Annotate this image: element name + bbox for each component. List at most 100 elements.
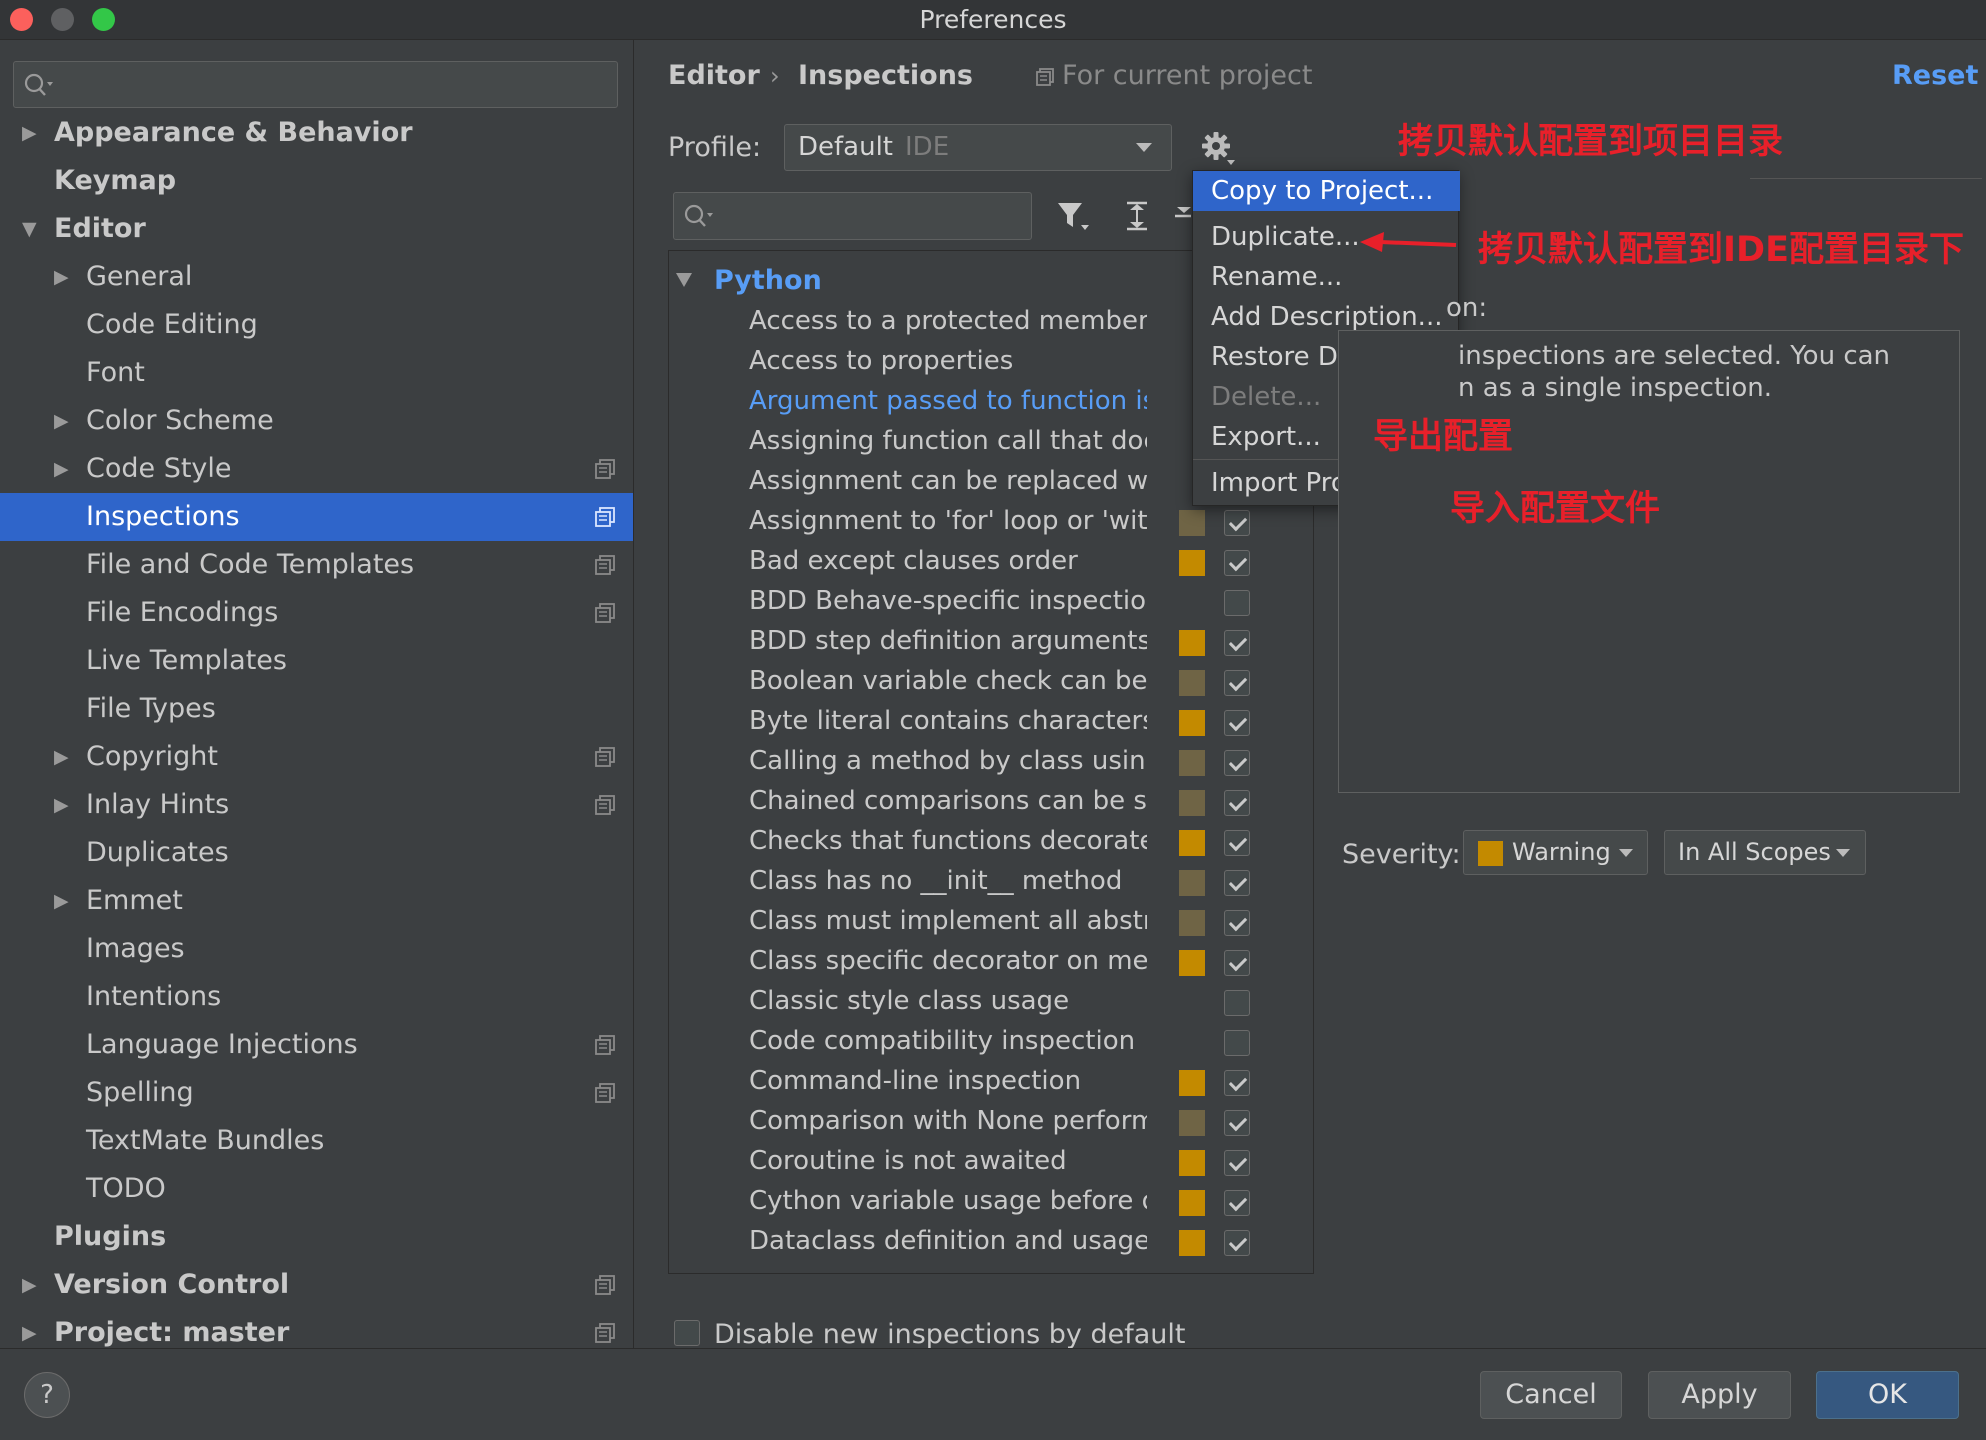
sidebar-item-label: Duplicates xyxy=(86,837,229,868)
severity-dropdown[interactable]: Warning xyxy=(1463,830,1648,875)
inspection-name: Access to properties xyxy=(749,346,1014,376)
collapsed-arrow-icon[interactable]: ▶ xyxy=(54,445,69,493)
sidebar-item-label: Intentions xyxy=(86,981,222,1012)
expand-all-icon[interactable] xyxy=(1117,195,1157,237)
sidebar-item-file-encodings[interactable]: File Encodings xyxy=(0,589,633,637)
inspection-row[interactable]: BDD Behave-specific inspection xyxy=(669,581,1313,621)
collapsed-arrow-icon[interactable]: ▶ xyxy=(22,1261,37,1309)
inspection-row[interactable]: Byte literal contains characters > 25 xyxy=(669,701,1313,741)
inspection-row[interactable]: Coroutine is not awaited xyxy=(669,1141,1313,1181)
collapsed-arrow-icon[interactable]: ▶ xyxy=(54,781,69,829)
sidebar-item-textmate-bundles[interactable]: TextMate Bundles xyxy=(0,1117,633,1165)
scope-dropdown[interactable]: In All Scopes xyxy=(1664,830,1866,875)
inspection-enabled-checkbox[interactable] xyxy=(1224,870,1250,896)
cancel-button[interactable]: Cancel xyxy=(1480,1371,1622,1419)
sidebar-item-color-scheme[interactable]: ▶ Color Scheme xyxy=(0,397,633,445)
reset-link[interactable]: Reset xyxy=(1892,56,1978,96)
collapsed-arrow-icon[interactable]: ▶ xyxy=(54,253,69,301)
project-scope-icon xyxy=(595,603,615,623)
inspection-row[interactable]: Class must implement all abstract m xyxy=(669,901,1313,941)
menu-item-rename[interactable]: Rename... xyxy=(1193,257,1460,297)
inspection-enabled-checkbox[interactable] xyxy=(1224,1030,1250,1056)
inspection-name: BDD step definition arguments insp xyxy=(749,626,1147,656)
inspection-row[interactable]: Dataclass definition and usages xyxy=(669,1221,1313,1261)
inspection-enabled-checkbox[interactable] xyxy=(1224,590,1250,616)
sidebar-search-input[interactable] xyxy=(13,61,618,108)
inspection-row[interactable]: Checks that functions decorated by xyxy=(669,821,1313,861)
inspection-row[interactable]: Cython variable usage before decla xyxy=(669,1181,1313,1221)
profile-dropdown[interactable]: Default IDE xyxy=(784,124,1172,171)
sidebar-item-emmet[interactable]: ▶ Emmet xyxy=(0,877,633,925)
inspection-enabled-checkbox[interactable] xyxy=(1224,1070,1250,1096)
disable-new-inspections-checkbox[interactable] xyxy=(674,1320,700,1346)
inspection-enabled-checkbox[interactable] xyxy=(1224,550,1250,576)
inspection-enabled-checkbox[interactable] xyxy=(1224,510,1250,536)
sidebar-item-intentions[interactable]: Intentions xyxy=(0,973,633,1021)
inspection-enabled-checkbox[interactable] xyxy=(1224,1230,1250,1256)
expanded-arrow-icon[interactable]: ▼ xyxy=(22,205,37,253)
inspection-row[interactable]: Bad except clauses order xyxy=(669,541,1313,581)
sidebar-item-plugins[interactable]: Plugins xyxy=(0,1213,633,1261)
inspection-row[interactable]: Chained comparisons can be simpli xyxy=(669,781,1313,821)
sidebar-item-inspections[interactable]: Inspections xyxy=(0,493,633,541)
sidebar-item-file-types[interactable]: File Types xyxy=(0,685,633,733)
inspection-enabled-checkbox[interactable] xyxy=(1224,670,1250,696)
sidebar-item-project-master[interactable]: ▶ Project: master xyxy=(0,1309,633,1348)
inspection-enabled-checkbox[interactable] xyxy=(1224,990,1250,1016)
sidebar-item-font[interactable]: Font xyxy=(0,349,633,397)
apply-button[interactable]: Apply xyxy=(1648,1371,1791,1419)
collapse-all-icon[interactable] xyxy=(1171,195,1191,237)
collapsed-arrow-icon[interactable]: ▶ xyxy=(22,1309,37,1348)
weak-warning-severity-icon xyxy=(1179,510,1205,536)
inspection-enabled-checkbox[interactable] xyxy=(1224,1110,1250,1136)
inspection-row[interactable]: Boolean variable check can be simp xyxy=(669,661,1313,701)
sidebar-item-label: Copyright xyxy=(86,741,218,772)
sidebar-item-language-injections[interactable]: Language Injections xyxy=(0,1021,633,1069)
collapsed-arrow-icon[interactable]: ▶ xyxy=(54,877,69,925)
sidebar-item-label: Appearance & Behavior xyxy=(54,117,413,148)
filter-icon[interactable] xyxy=(1053,195,1093,237)
sidebar-item-file-and-code-templates[interactable]: File and Code Templates xyxy=(0,541,633,589)
help-button[interactable]: ? xyxy=(24,1372,70,1418)
gear-icon[interactable] xyxy=(1198,128,1238,168)
inspection-row[interactable]: Class specific decorator on method xyxy=(669,941,1313,981)
inspection-enabled-checkbox[interactable] xyxy=(1224,950,1250,976)
sidebar-item-inlay-hints[interactable]: ▶ Inlay Hints xyxy=(0,781,633,829)
inspection-enabled-checkbox[interactable] xyxy=(1224,630,1250,656)
inspection-enabled-checkbox[interactable] xyxy=(1224,830,1250,856)
sidebar-item-images[interactable]: Images xyxy=(0,925,633,973)
sidebar-item-keymap[interactable]: Keymap xyxy=(0,157,633,205)
sidebar-item-editor[interactable]: ▼ Editor xyxy=(0,205,633,253)
inspection-row[interactable]: Calling a method by class using an xyxy=(669,741,1313,781)
inspection-row[interactable]: BDD step definition arguments insp xyxy=(669,621,1313,661)
inspection-row[interactable]: Class has no __init__ method xyxy=(669,861,1313,901)
inspection-row[interactable]: Assignment to 'for' loop or 'with' sta xyxy=(669,501,1313,541)
inspection-row[interactable]: Classic style class usage xyxy=(669,981,1313,1021)
sidebar-item-code-style[interactable]: ▶ Code Style xyxy=(0,445,633,493)
sidebar-item-duplicates[interactable]: Duplicates xyxy=(0,829,633,877)
sidebar-item-live-templates[interactable]: Live Templates xyxy=(0,637,633,685)
sidebar-item-todo[interactable]: TODO xyxy=(0,1165,633,1213)
sidebar-item-version-control[interactable]: ▶ Version Control xyxy=(0,1261,633,1309)
inspection-row[interactable]: Comparison with None performed w xyxy=(669,1101,1313,1141)
ok-button[interactable]: OK xyxy=(1816,1371,1959,1419)
sidebar-item-code-editing[interactable]: Code Editing xyxy=(0,301,633,349)
inspection-row[interactable]: Command-line inspection xyxy=(669,1061,1313,1101)
collapsed-arrow-icon[interactable]: ▶ xyxy=(54,397,69,445)
inspection-enabled-checkbox[interactable] xyxy=(1224,910,1250,936)
inspection-enabled-checkbox[interactable] xyxy=(1224,790,1250,816)
inspection-enabled-checkbox[interactable] xyxy=(1224,1150,1250,1176)
collapsed-arrow-icon[interactable]: ▶ xyxy=(54,733,69,781)
sidebar-item-general[interactable]: ▶ General xyxy=(0,253,633,301)
menu-item-copy-to-project[interactable]: Copy to Project... xyxy=(1193,171,1460,211)
sidebar-item-appearance-behavior[interactable]: ▶ Appearance & Behavior xyxy=(0,109,633,157)
inspection-search-input[interactable] xyxy=(673,192,1032,240)
inspection-enabled-checkbox[interactable] xyxy=(1224,710,1250,736)
sidebar-item-spelling[interactable]: Spelling xyxy=(0,1069,633,1117)
breadcrumb-editor[interactable]: Editor xyxy=(668,56,760,96)
collapsed-arrow-icon[interactable]: ▶ xyxy=(22,109,37,157)
inspection-row[interactable]: Code compatibility inspection xyxy=(669,1021,1313,1061)
inspection-enabled-checkbox[interactable] xyxy=(1224,1190,1250,1216)
sidebar-item-copyright[interactable]: ▶ Copyright xyxy=(0,733,633,781)
inspection-enabled-checkbox[interactable] xyxy=(1224,750,1250,776)
